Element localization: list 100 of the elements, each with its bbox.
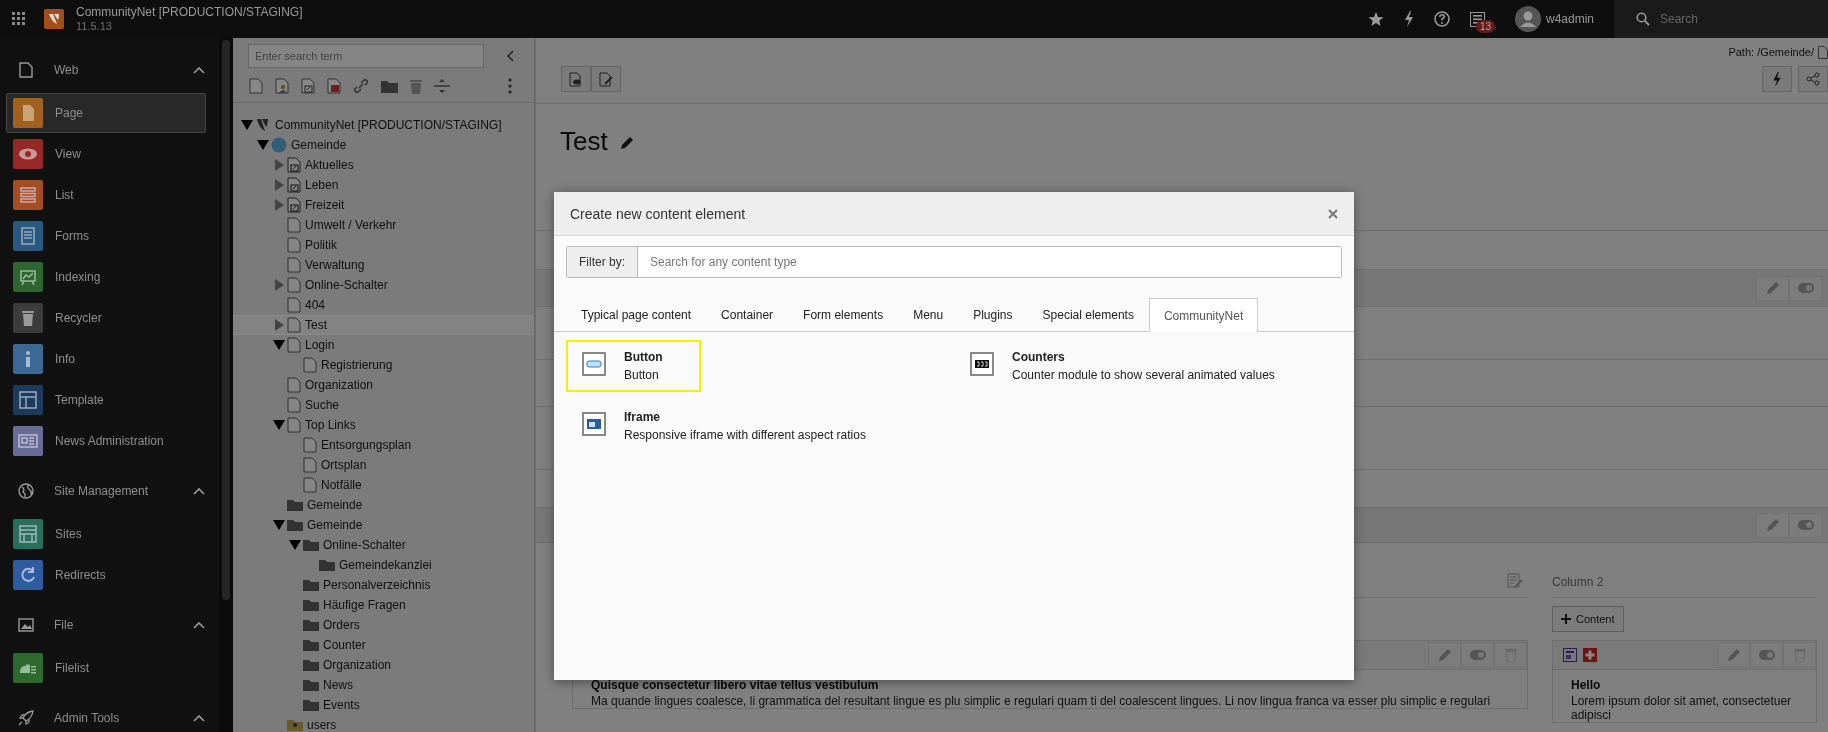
chevron-icon[interactable] xyxy=(193,714,205,722)
expand-toggle-icon[interactable] xyxy=(273,279,285,291)
tree-node[interactable]: Häufige Fragen xyxy=(233,595,534,615)
tree-node[interactable]: Online-Schalter xyxy=(233,275,534,295)
module-group-label[interactable]: Web xyxy=(54,63,193,77)
tree-node[interactable]: Orders xyxy=(233,615,534,635)
module-item[interactable]: Recycler xyxy=(6,298,206,338)
tree-node[interactable]: Gemeindekanzlei xyxy=(233,555,534,575)
clear-cache-button[interactable] xyxy=(1762,66,1792,92)
tree-node[interactable]: Entsorgungsplan xyxy=(233,435,534,455)
tree-node[interactable]: Ortsplan xyxy=(233,455,534,475)
tree-node[interactable]: Politik xyxy=(233,235,534,255)
tree-node[interactable]: News xyxy=(233,675,534,695)
tree-node[interactable]: Freizeit xyxy=(233,195,534,215)
tree-node[interactable]: Counter xyxy=(233,635,534,655)
edit-button[interactable] xyxy=(1428,642,1461,668)
tree-node[interactable]: Organization xyxy=(233,655,534,675)
star-icon[interactable] xyxy=(1367,11,1384,27)
module-item[interactable]: Indexing xyxy=(6,257,206,297)
toggle-button[interactable] xyxy=(1789,512,1822,538)
expand-toggle-icon[interactable] xyxy=(289,539,301,551)
scrollbar-thumb[interactable] xyxy=(222,40,230,600)
edit-page-button[interactable] xyxy=(591,66,621,92)
content-type-item[interactable]: Counters Counter module to show several animated values xyxy=(954,340,1313,392)
module-item[interactable]: Sites xyxy=(6,514,206,554)
expand-toggle-icon[interactable] xyxy=(273,519,285,531)
tree-node[interactable]: Top Links xyxy=(233,415,534,435)
lightning-icon[interactable] xyxy=(1403,11,1414,27)
new-page-icon[interactable] xyxy=(249,78,263,94)
divider-icon[interactable] xyxy=(434,79,450,93)
more-icon[interactable] xyxy=(508,78,512,94)
tree-node[interactable]: CommunityNet [PRODUCTION/STAGING] xyxy=(233,115,534,135)
module-item[interactable]: Template xyxy=(6,380,206,420)
module-item[interactable]: Redirects xyxy=(6,555,206,595)
avatar-icon[interactable] xyxy=(1514,6,1541,32)
tree-node[interactable]: Gemeinde xyxy=(233,135,534,155)
folder-icon[interactable] xyxy=(381,79,398,93)
chevron-icon[interactable] xyxy=(193,621,205,629)
module-item[interactable]: News Administration xyxy=(6,421,206,461)
tree-node[interactable]: Verwaltung xyxy=(233,255,534,275)
tree-node[interactable]: Personalverzeichnis xyxy=(233,575,534,595)
content-type-item[interactable]: Button Button xyxy=(566,340,701,392)
tab[interactable]: Menu xyxy=(898,298,959,331)
help-icon[interactable] xyxy=(1433,11,1450,27)
tree-node[interactable]: Leben xyxy=(233,175,534,195)
edit-column-icon[interactable] xyxy=(1507,573,1523,589)
tree-node[interactable]: Registrierung xyxy=(233,355,534,375)
tree-node[interactable]: Suche xyxy=(233,395,534,415)
module-item[interactable]: List xyxy=(6,175,206,215)
search-field[interactable]: Search xyxy=(1658,11,1812,27)
module-group-label[interactable]: File xyxy=(54,618,193,632)
expand-toggle-icon[interactable] xyxy=(241,119,253,131)
toggle-button[interactable] xyxy=(1789,275,1822,301)
expand-toggle-icon[interactable] xyxy=(257,139,269,151)
module-item[interactable]: View xyxy=(6,134,206,174)
expand-toggle-icon[interactable] xyxy=(273,179,285,191)
app-grid-icon[interactable] xyxy=(12,12,26,26)
tree-node[interactable]: Umwelt / Verkehr xyxy=(233,215,534,235)
tree-node[interactable]: Login xyxy=(233,335,534,355)
chevron-icon[interactable] xyxy=(193,487,205,495)
tree-node[interactable]: users xyxy=(233,715,534,732)
tree-node[interactable]: Notfälle xyxy=(233,475,534,495)
pencil-icon[interactable] xyxy=(619,136,634,150)
search-bar[interactable]: Search xyxy=(1614,0,1828,38)
module-item[interactable]: Info xyxy=(6,339,206,379)
tab[interactable]: Form elements xyxy=(788,298,899,331)
module-group-label[interactable]: Site Management xyxy=(54,484,193,498)
trash-icon[interactable] xyxy=(410,78,422,94)
page-block-icon[interactable] xyxy=(327,78,341,94)
share-button[interactable] xyxy=(1798,66,1828,92)
module-item[interactable]: Forms xyxy=(6,216,206,256)
expand-toggle-icon[interactable] xyxy=(273,199,285,211)
toggle-button[interactable] xyxy=(1750,642,1783,668)
expand-toggle-icon[interactable] xyxy=(273,319,285,331)
edit-button[interactable] xyxy=(1717,642,1750,668)
tree-node[interactable]: Gemeinde xyxy=(233,515,534,535)
edit-button[interactable] xyxy=(1756,275,1789,301)
content-type-item[interactable]: Iframe Responsive iframe with different aspect ratios xyxy=(566,400,904,452)
chevron-icon[interactable] xyxy=(193,66,205,74)
view-page-button[interactable] xyxy=(561,66,591,92)
page-user-icon[interactable] xyxy=(275,78,289,94)
tab[interactable]: Plugins xyxy=(958,298,1028,331)
close-icon[interactable] xyxy=(1328,208,1338,219)
tab[interactable]: CommunityNet xyxy=(1148,298,1259,332)
tab[interactable]: Container xyxy=(706,298,789,331)
module-item[interactable]: Filelist xyxy=(6,648,206,688)
page-shortcut-icon[interactable] xyxy=(301,78,315,94)
tab[interactable]: Special elements xyxy=(1027,298,1149,331)
collapse-icon[interactable] xyxy=(506,50,514,62)
tree-node[interactable]: Online-Schalter xyxy=(233,535,534,555)
tree-node[interactable]: Organization xyxy=(233,375,534,395)
link-icon[interactable] xyxy=(353,78,369,94)
tree-node[interactable]: Aktuelles xyxy=(233,155,534,175)
module-group-label[interactable]: Admin Tools xyxy=(54,711,193,725)
expand-toggle-icon[interactable] xyxy=(273,339,285,351)
username[interactable]: w4admin xyxy=(1545,12,1594,26)
tree-node[interactable]: Test xyxy=(233,315,534,335)
expand-toggle-icon[interactable] xyxy=(273,159,285,171)
tree-node[interactable]: Events xyxy=(233,695,534,715)
add-content-button[interactable]: Content xyxy=(1552,606,1624,632)
